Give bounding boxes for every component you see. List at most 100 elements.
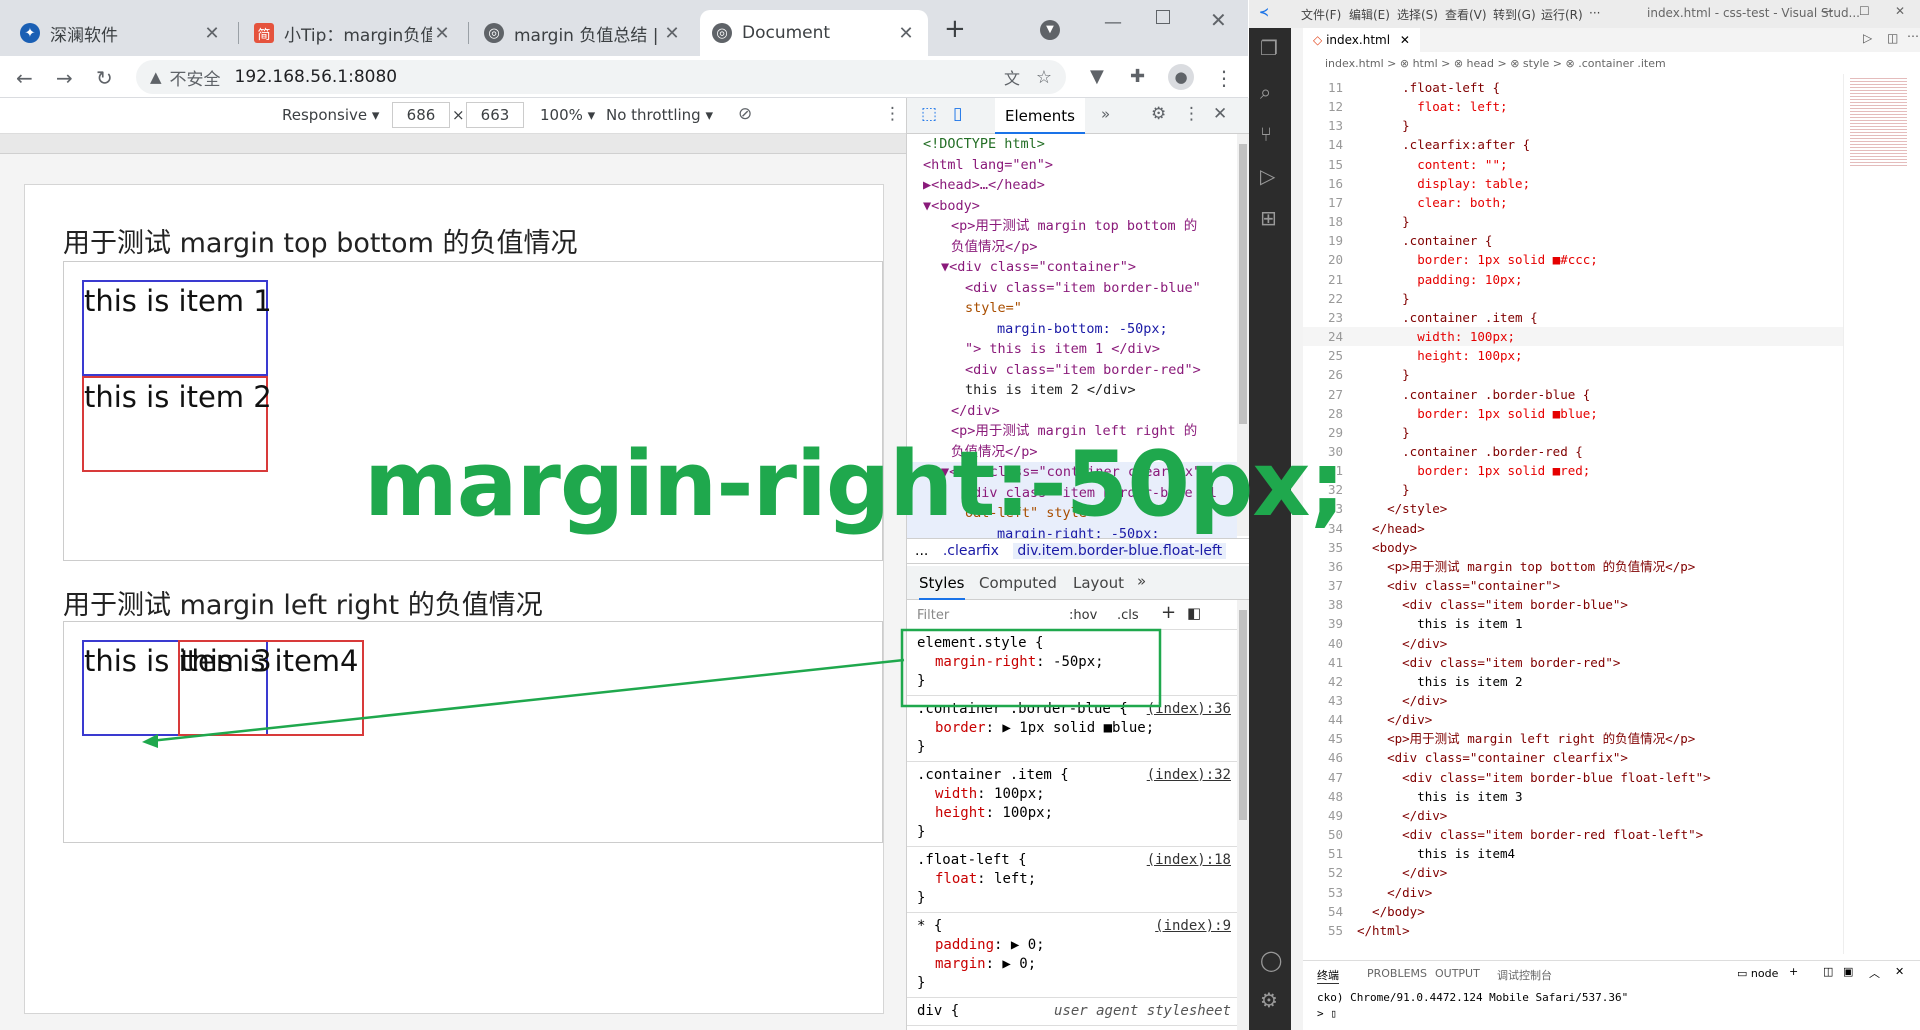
code-line[interactable]: 33 </style> <box>1303 499 1843 518</box>
maximize-icon[interactable]: ☐ <box>1859 4 1870 18</box>
code-text: </div> <box>1357 635 1448 651</box>
code-text: } <box>1357 482 1410 498</box>
code-line[interactable]: 25 height: 100px; <box>1303 346 1843 365</box>
menu-goto[interactable]: 转到(G) <box>1493 6 1536 23</box>
code-line[interactable]: 16 display: table; <box>1303 174 1843 193</box>
terminal-name: node <box>1750 967 1779 980</box>
menu-run[interactable]: 运行(R) <box>1541 6 1583 23</box>
code-line[interactable]: 27 .container .border-blue { <box>1303 385 1843 404</box>
code-text: .container .border-red { <box>1357 443 1583 459</box>
code-line[interactable]: 52 </div> <box>1303 863 1843 882</box>
trash-icon[interactable]: ▣ <box>1843 965 1853 978</box>
code-text: } <box>1357 367 1410 383</box>
code-text: <p>用于测试 margin left right 的负值情况</p> <box>1357 731 1696 747</box>
code-line[interactable]: 35 <body> <box>1303 538 1843 557</box>
code-text: display: table; <box>1357 175 1531 191</box>
code-line[interactable]: 17 clear: both; <box>1303 193 1843 212</box>
code-line[interactable]: 50 <div class="item border-red float-lef… <box>1303 825 1843 844</box>
code-line[interactable]: 29 } <box>1303 423 1843 442</box>
code-text: .container { <box>1357 233 1493 249</box>
code-text: .float-left { <box>1357 80 1500 95</box>
annotation-label: margin-right:-50px; <box>364 432 1345 537</box>
menu-select[interactable]: 选择(S) <box>1397 6 1438 23</box>
source-control-icon[interactable]: ⑂ <box>1260 122 1272 146</box>
editor-breadcrumb[interactable]: index.html > ⊗ html > ⊗ head > ⊗ style >… <box>1303 52 1920 74</box>
menu-file[interactable]: 文件(F) <box>1301 6 1341 23</box>
code-text: </html> <box>1357 922 1410 938</box>
code-editor[interactable]: 11 .float-left {12 float: left; 13 } 14 .c… <box>1303 78 1843 948</box>
code-line[interactable]: 48 this is item 3 <box>1303 787 1843 806</box>
maximize-panel-icon[interactable]: ︿ <box>1869 965 1880 981</box>
account-icon[interactable]: ◯ <box>1260 948 1282 972</box>
code-line[interactable]: 41 <div class="item border-red"> <box>1303 653 1843 672</box>
code-line[interactable]: 11 .float-left { <box>1303 78 1843 97</box>
line-number: 40 <box>1327 635 1343 651</box>
code-line[interactable]: 31 border: 1px solid ■red; <box>1303 461 1843 480</box>
code-line[interactable]: 51 this is item4 <box>1303 844 1843 863</box>
code-line[interactable]: 44 </div> <box>1303 710 1843 729</box>
code-line[interactable]: 26 } <box>1303 365 1843 384</box>
code-line[interactable]: 12 float: left; <box>1303 97 1843 116</box>
code-line[interactable]: 34 </head> <box>1303 519 1843 538</box>
menu-view[interactable]: 查看(V) <box>1445 6 1487 23</box>
panel-tab-problems[interactable]: PROBLEMS <box>1367 967 1427 980</box>
panel-tab-terminal[interactable]: 终端 <box>1317 967 1339 984</box>
code-line[interactable]: 32 } <box>1303 480 1843 499</box>
code-line[interactable]: 38 <div class="item border-blue"> <box>1303 595 1843 614</box>
code-text: } <box>1357 290 1410 306</box>
code-line[interactable]: 18 } <box>1303 212 1843 231</box>
code-line[interactable]: 55 </html> <box>1303 921 1843 940</box>
code-line[interactable]: 23 .container .item { <box>1303 308 1843 327</box>
terminal-prompt[interactable]: > ▯ <box>1317 1007 1337 1020</box>
code-line[interactable]: 24 width: 100px; <box>1303 327 1843 347</box>
code-line[interactable]: 15 content: ""; <box>1303 155 1843 174</box>
close-panel-icon[interactable]: ✕ <box>1895 965 1904 978</box>
search-icon[interactable]: ⌕ <box>1260 80 1271 104</box>
new-terminal-icon[interactable]: + <box>1789 965 1798 978</box>
code-line[interactable]: 39 this is item 1 <box>1303 614 1843 633</box>
line-number: 23 <box>1327 309 1343 325</box>
menu-edit[interactable]: 编辑(E) <box>1349 6 1390 23</box>
code-line[interactable]: 47 <div class="item border-blue float-le… <box>1303 768 1843 787</box>
code-line[interactable]: 53 </div> <box>1303 883 1843 902</box>
code-line[interactable]: 20 border: 1px solid ■#ccc; <box>1303 250 1843 269</box>
menu-more[interactable]: ··· <box>1589 6 1600 20</box>
code-line[interactable]: 21 padding: 10px; <box>1303 270 1843 289</box>
panel-tab-debug-console[interactable]: 调试控制台 <box>1497 967 1552 983</box>
run-debug-icon[interactable]: ▷ <box>1260 164 1275 188</box>
code-line[interactable]: 36 <p>用于测试 margin top bottom 的负值情况</p> <box>1303 557 1843 576</box>
code-line[interactable]: 30 .container .border-red { <box>1303 442 1843 461</box>
terminal-select[interactable]: ▭ node <box>1737 967 1778 980</box>
split-terminal-icon[interactable]: ◫ <box>1823 965 1833 978</box>
tab-index-html[interactable]: ◇ index.html ✕ <box>1303 28 1420 52</box>
extensions-icon[interactable]: ⊞ <box>1260 206 1277 230</box>
code-line[interactable]: 46 <div class="container clearfix"> <box>1303 748 1843 767</box>
manage-gear-icon[interactable]: ⚙ <box>1260 988 1278 1012</box>
annotation-arrow-line <box>149 658 905 743</box>
code-line[interactable]: 40 </div> <box>1303 634 1843 653</box>
code-line[interactable]: 49 </div> <box>1303 806 1843 825</box>
code-text: } <box>1357 424 1410 440</box>
run-icon[interactable]: ▷ <box>1863 31 1872 45</box>
code-line[interactable]: 28 border: 1px solid ■blue; <box>1303 404 1843 423</box>
code-line[interactable]: 19 .container { <box>1303 231 1843 250</box>
code-line[interactable]: 45 <p>用于测试 margin left right 的负值情况</p> <box>1303 729 1843 748</box>
line-number: 38 <box>1327 597 1343 613</box>
code-line[interactable]: 43 </div> <box>1303 691 1843 710</box>
editor-more-icon[interactable]: ⋯ <box>1907 29 1919 43</box>
code-line[interactable]: 37 <div class="container"> <box>1303 576 1843 595</box>
code-line[interactable]: 42 this is item 2 <box>1303 672 1843 691</box>
split-editor-icon[interactable]: ◫ <box>1887 31 1898 45</box>
explorer-icon[interactable]: ❐ <box>1260 36 1278 60</box>
code-line[interactable]: 54 </body> <box>1303 902 1843 921</box>
line-number: 42 <box>1327 673 1343 689</box>
code-text: this is item 3 <box>1357 788 1523 804</box>
minimize-icon[interactable]: — <box>1821 4 1833 18</box>
code-line[interactable]: 14 .clearfix:after { <box>1303 135 1843 154</box>
minimap[interactable] <box>1843 74 1913 954</box>
code-line[interactable]: 13 } <box>1303 116 1843 135</box>
window-close-icon[interactable]: ✕ <box>1895 4 1905 18</box>
panel-tab-output[interactable]: OUTPUT <box>1435 967 1480 980</box>
close-icon[interactable]: ✕ <box>1400 33 1410 47</box>
code-line[interactable]: 22 } <box>1303 289 1843 308</box>
